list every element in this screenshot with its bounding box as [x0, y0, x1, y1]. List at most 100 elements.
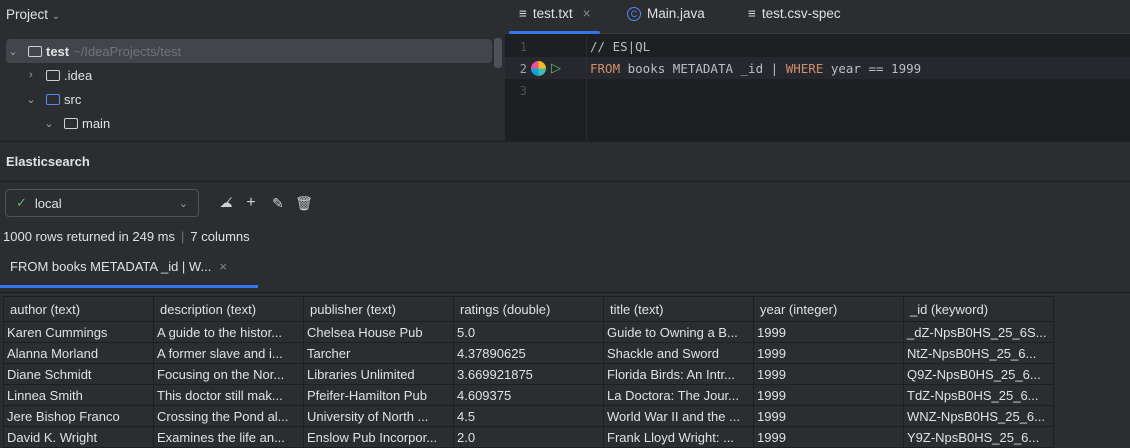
table-cell[interactable]: 3.669921875	[453, 363, 604, 385]
query-status: 1000 rows returned in 249 ms | 7 columns	[3, 229, 250, 244]
tree-item-idea[interactable]: › .idea	[24, 63, 92, 87]
delete-icon[interactable]: 🗑	[294, 193, 314, 213]
active-tab-indicator	[0, 285, 258, 288]
columns-count: 7 columns	[190, 229, 250, 244]
table-cell[interactable]: Karen Cummings	[3, 321, 154, 343]
table-row[interactable]: David K. Wright Examines the life an... En…	[3, 426, 1054, 448]
table-cell[interactable]: This doctor still mak...	[153, 384, 304, 406]
code-text: books METADATA _id |	[620, 61, 786, 76]
code-line-2[interactable]: FROM books METADATA _id | WHERE year == …	[590, 61, 921, 76]
module-folder-icon	[28, 45, 42, 57]
table-cell[interactable]: 4.5	[453, 405, 604, 427]
table-cell[interactable]: Jere Bishop Franco	[3, 405, 154, 427]
check-icon: ✓	[16, 195, 27, 210]
table-cell[interactable]: Examines the life an...	[153, 426, 304, 448]
run-icon[interactable]: ▷	[551, 60, 561, 76]
tree-item-main[interactable]: ⌄ main	[42, 111, 110, 135]
table-cell[interactable]: 1999	[753, 405, 904, 427]
table-cell[interactable]: Crossing the Pond al...	[153, 405, 304, 427]
table-cell[interactable]: 1999	[753, 342, 904, 364]
table-cell[interactable]: 1999	[753, 363, 904, 385]
table-cell[interactable]: University of North ...	[303, 405, 454, 427]
tab-test-csv-spec[interactable]: ≡ test.csv-spec	[748, 6, 841, 21]
column-header[interactable]: ratings (double)	[453, 296, 604, 322]
table-cell[interactable]: Florida Birds: An Intr...	[603, 363, 754, 385]
result-tab[interactable]: FROM books METADATA _id | W... ×	[10, 259, 227, 274]
table-row[interactable]: Diane Schmidt Focusing on the Nor... Libra…	[3, 363, 1054, 385]
source-folder-icon	[46, 93, 60, 105]
table-cell[interactable]: 5.0	[453, 321, 604, 343]
column-header[interactable]: year (integer)	[753, 296, 904, 322]
tree-item-test[interactable]: ⌄ test ~/IdeaProjects/test	[6, 39, 492, 63]
table-row[interactable]: Alanna Morland A former slave and i... Tar…	[3, 342, 1054, 364]
table-cell[interactable]: Tarcher	[303, 342, 454, 364]
package-folder-icon	[64, 117, 78, 129]
table-cell[interactable]: 1999	[753, 384, 904, 406]
column-header[interactable]: _id (keyword)	[903, 296, 1054, 322]
table-cell[interactable]: TdZ-NpsB0HS_25_6...	[903, 384, 1054, 406]
table-cell[interactable]: Shackle and Sword	[603, 342, 754, 364]
tree-item-label: src	[64, 91, 82, 107]
keyword: WHERE	[785, 61, 824, 76]
table-cell[interactable]: 4.609375	[453, 384, 604, 406]
table-cell[interactable]: Y9Z-NpsB0HS_25_6...	[903, 426, 1054, 448]
table-cell[interactable]: _dZ-NpsB0HS_25_6S...	[903, 321, 1054, 343]
folder-icon	[46, 69, 60, 81]
table-cell[interactable]: 1999	[753, 321, 904, 343]
table-cell[interactable]: Focusing on the Nor...	[153, 363, 304, 385]
chevron-down-icon: ⌄	[26, 93, 36, 106]
tree-item-path: ~/IdeaProjects/test	[73, 43, 182, 59]
tab-label: test.txt	[532, 6, 573, 21]
close-icon[interactable]: ×	[583, 6, 591, 21]
panel-title: Elasticsearch	[6, 154, 90, 169]
table-cell[interactable]: Q9Z-NpsB0HS_25_6...	[903, 363, 1054, 385]
table-cell[interactable]: David K. Wright	[3, 426, 154, 448]
close-icon[interactable]: ×	[219, 259, 227, 274]
column-header[interactable]: publisher (text)	[303, 296, 454, 322]
edit-icon[interactable]: ✎	[268, 193, 288, 213]
active-tab-indicator	[509, 31, 600, 34]
table-cell[interactable]: Libraries Unlimited	[303, 363, 454, 385]
table-cell[interactable]: Pfeifer-Hamilton Pub	[303, 384, 454, 406]
table-cell[interactable]: Chelsea House Pub	[303, 321, 454, 343]
tree-item-src[interactable]: ⌄ src	[24, 87, 81, 111]
table-cell[interactable]: World War II and the ...	[603, 405, 754, 427]
table-cell[interactable]: Guide to Owning a B...	[603, 321, 754, 343]
code-line-1[interactable]: // ES|QL	[590, 39, 650, 54]
column-header[interactable]: author (text)	[3, 296, 154, 322]
add-icon[interactable]: +	[241, 193, 261, 213]
table-cell[interactable]: Enslow Pub Incorpor...	[303, 426, 454, 448]
tree-item-label: .idea	[64, 67, 93, 83]
rows-returned: 1000 rows returned in 249 ms	[3, 229, 175, 244]
connection-label: local	[34, 195, 62, 211]
project-view-selector[interactable]: Project ⌄	[6, 7, 60, 22]
column-header[interactable]: description (text)	[153, 296, 304, 322]
text-file-icon: ≡	[519, 6, 527, 21]
scrollbar[interactable]	[494, 38, 502, 68]
editor: ≡ test.txt × C Main.java ≡ test.csv-spec 1 2…	[505, 0, 1130, 141]
editor-tabs: ≡ test.txt × C Main.java ≡ test.csv-spec	[505, 0, 1130, 34]
table-cell[interactable]: Diane Schmidt	[3, 363, 154, 385]
elasticsearch-icon	[531, 61, 546, 76]
table-cell[interactable]: A guide to the histor...	[153, 321, 304, 343]
table-cell[interactable]: La Doctora: The Jour...	[603, 384, 754, 406]
table-cell[interactable]: Frank Lloyd Wright: ...	[603, 426, 754, 448]
table-row[interactable]: Linnea Smith This doctor still mak... Pfei…	[3, 384, 1054, 406]
table-cell[interactable]: Linnea Smith	[3, 384, 154, 406]
connection-dropdown[interactable]: ✓ local ⌄	[5, 189, 199, 217]
table-cell[interactable]: Alanna Morland	[3, 342, 154, 364]
chevron-right-icon: ›	[29, 69, 33, 81]
table-cell[interactable]: NtZ-NpsB0HS_25_6...	[903, 342, 1054, 364]
table-row[interactable]: Jere Bishop Franco Crossing the Pond al..…	[3, 405, 1054, 427]
table-cell[interactable]: 4.37890625	[453, 342, 604, 364]
table-cell[interactable]: 2.0	[453, 426, 604, 448]
table-cell[interactable]: A former slave and i...	[153, 342, 304, 364]
disconnect-icon[interactable]: ☁̸	[216, 193, 236, 213]
tab-main-java[interactable]: C Main.java	[627, 6, 705, 21]
column-header[interactable]: title (text)	[603, 296, 754, 322]
table-row[interactable]: Karen Cummings A guide to the histor... Ch…	[3, 321, 1054, 343]
table-cell[interactable]: 1999	[753, 426, 904, 448]
keyword: FROM	[590, 61, 621, 76]
table-cell[interactable]: WNZ-NpsB0HS_25_6...	[903, 405, 1054, 427]
tab-test-txt[interactable]: ≡ test.txt ×	[519, 6, 591, 21]
